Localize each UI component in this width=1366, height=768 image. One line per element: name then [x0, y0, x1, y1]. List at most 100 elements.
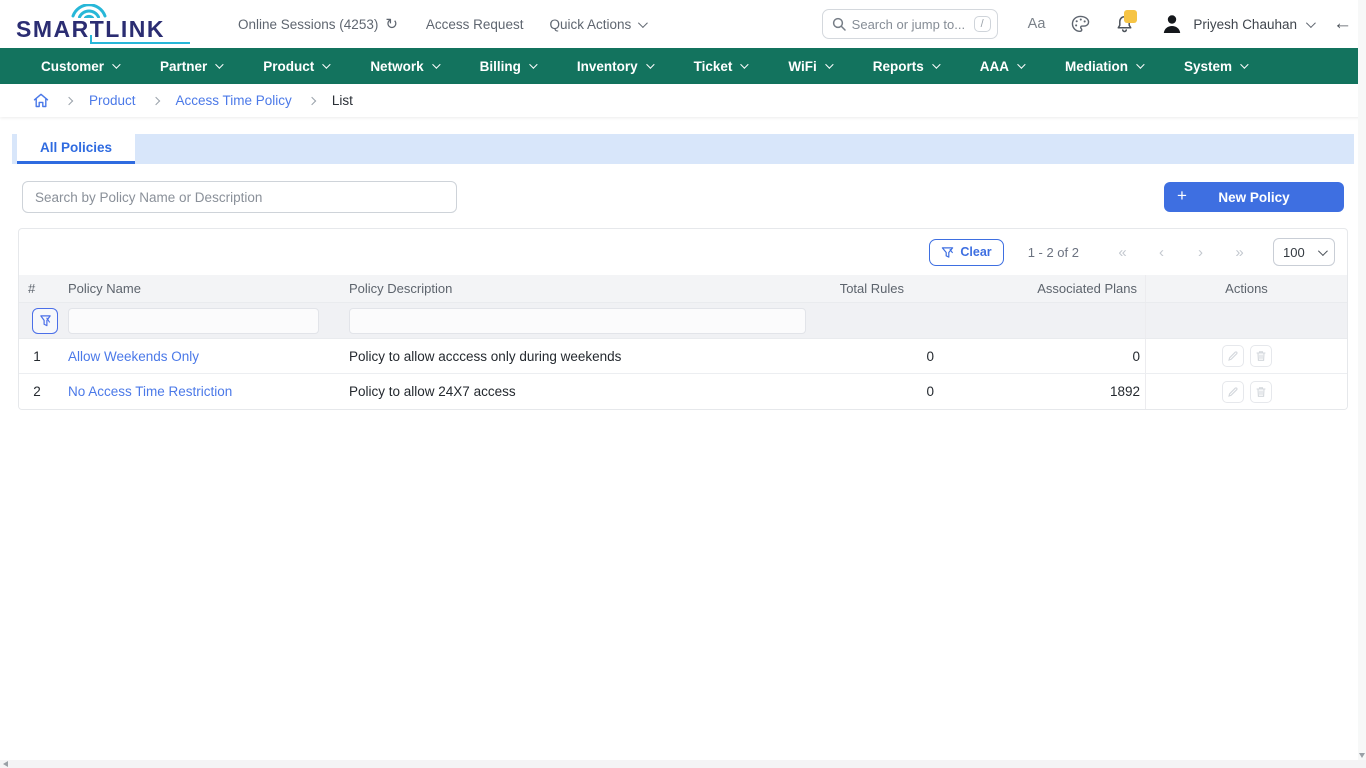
nav-partner[interactable]: Partner: [139, 48, 242, 84]
col-policy-name: Policy Name: [59, 281, 341, 296]
tab-all-policies[interactable]: All Policies: [17, 134, 135, 164]
nav-system[interactable]: System: [1163, 48, 1267, 84]
avatar-icon: [1161, 13, 1183, 35]
policy-name-link[interactable]: Allow Weekends Only: [68, 349, 199, 364]
nav-aaa[interactable]: AAA: [959, 48, 1044, 84]
scroll-left-icon[interactable]: [3, 761, 8, 767]
notifications-button[interactable]: [1116, 15, 1133, 33]
font-size-toggle[interactable]: Aa: [1028, 16, 1046, 32]
chevron-down-icon: [529, 60, 537, 68]
pencil-icon: [1227, 386, 1239, 398]
filter-policy-name-input[interactable]: [68, 308, 319, 334]
back-arrow-button[interactable]: ←: [1333, 13, 1352, 35]
tab-strip: All Policies: [12, 134, 1354, 164]
prev-page-icon[interactable]: ‹: [1142, 244, 1181, 261]
policies-table-card: Clear 1 - 2 of 2 « ‹ › » 100 # Policy Na…: [18, 228, 1348, 410]
policy-description: Policy to allow 24X7 access: [341, 384, 828, 399]
policy-search-input[interactable]: [22, 181, 457, 213]
quick-actions-menu[interactable]: Quick Actions: [549, 17, 645, 32]
slash-shortcut-badge: /: [974, 16, 991, 32]
chevron-down-icon: [932, 60, 940, 68]
controls-row: + New Policy: [22, 181, 1344, 213]
theme-palette-button[interactable]: [1071, 15, 1090, 33]
pencil-icon: [1227, 350, 1239, 362]
top-header: SMARTLINK Online Sessions (4253) ↻ Acces…: [0, 0, 1366, 48]
chevron-down-icon: [215, 60, 223, 68]
wifi-signal-icon: [70, 4, 108, 18]
row-range-label: 1 - 2 of 2: [1028, 245, 1079, 260]
first-page-icon[interactable]: «: [1103, 244, 1142, 261]
user-avatar[interactable]: [1161, 13, 1183, 35]
vertical-scrollbar[interactable]: [1358, 0, 1366, 760]
policy-description: Policy to allow acccess only during week…: [341, 349, 828, 364]
smartlink-logo[interactable]: SMARTLINK: [14, 4, 192, 44]
horizontal-scrollbar[interactable]: [0, 760, 1366, 768]
nav-wifi[interactable]: WiFi: [767, 48, 851, 84]
funnel-icon: [39, 314, 52, 328]
page-size-select[interactable]: 100: [1273, 238, 1335, 266]
policy-name-link[interactable]: No Access Time Restriction: [68, 384, 232, 399]
nav-ticket[interactable]: Ticket: [673, 48, 768, 84]
table-filter-row: [19, 303, 1347, 339]
user-name-label: Priyesh Chauhan: [1193, 17, 1297, 32]
breadcrumb-product[interactable]: Product: [89, 93, 136, 108]
filter-policy-description-input[interactable]: [349, 308, 806, 334]
scroll-down-icon[interactable]: [1359, 753, 1365, 758]
chevron-down-icon: [112, 60, 120, 68]
logo-underline: [90, 42, 190, 44]
nav-reports[interactable]: Reports: [852, 48, 959, 84]
search-icon: [832, 17, 846, 31]
access-request-link[interactable]: Access Request: [426, 17, 524, 32]
chevron-down-icon: [432, 60, 440, 68]
col-total-rules: Total Rules: [828, 281, 942, 296]
breadcrumb-separator-icon: [308, 96, 316, 104]
chevron-down-icon: [1306, 18, 1316, 28]
next-page-icon[interactable]: ›: [1181, 244, 1220, 261]
col-actions: Actions: [1145, 275, 1347, 302]
pager: « ‹ › » 100: [1103, 238, 1335, 266]
delete-policy-button[interactable]: [1250, 345, 1272, 367]
col-index: #: [19, 281, 59, 296]
nav-billing[interactable]: Billing: [459, 48, 556, 84]
global-search-input[interactable]: [852, 17, 968, 32]
delete-policy-button[interactable]: [1250, 381, 1272, 403]
new-policy-button[interactable]: + New Policy: [1164, 182, 1344, 212]
chevron-down-icon: [1136, 60, 1144, 68]
page-size-value: 100: [1283, 245, 1305, 260]
clear-filters-button[interactable]: Clear: [929, 239, 1003, 266]
breadcrumb-separator-icon: [151, 96, 159, 104]
refresh-icon[interactable]: ↻: [385, 15, 398, 33]
nav-customer[interactable]: Customer: [20, 48, 139, 84]
row-index: 2: [19, 384, 59, 399]
grid-toolbar: Clear 1 - 2 of 2 « ‹ › » 100: [19, 229, 1347, 275]
nav-inventory[interactable]: Inventory: [556, 48, 673, 84]
quick-actions-label: Quick Actions: [549, 17, 631, 32]
filter-toggle-button[interactable]: [32, 308, 58, 334]
edit-policy-button[interactable]: [1222, 345, 1244, 367]
online-sessions-link[interactable]: Online Sessions (4253) ↻: [238, 15, 398, 33]
chevron-down-icon: [1017, 60, 1025, 68]
table-header-row: # Policy Name Policy Description Total R…: [19, 275, 1347, 303]
access-request-label: Access Request: [426, 17, 524, 32]
global-search[interactable]: /: [822, 9, 998, 39]
table-row: 2 No Access Time Restriction Policy to a…: [19, 374, 1347, 409]
chevron-down-icon: [646, 60, 654, 68]
last-page-icon[interactable]: »: [1220, 244, 1259, 261]
edit-policy-button[interactable]: [1222, 381, 1244, 403]
associated-plans-value: 1892: [942, 384, 1145, 399]
chevron-down-icon: [1318, 246, 1328, 256]
home-icon[interactable]: [33, 93, 49, 108]
new-policy-label: New Policy: [1218, 190, 1289, 205]
row-index: 1: [19, 349, 59, 364]
chevron-down-icon: [825, 60, 833, 68]
breadcrumb: Product Access Time Policy List: [0, 84, 1366, 117]
main-navbar: Customer Partner Product Network Billing…: [0, 48, 1366, 84]
breadcrumb-access-time-policy[interactable]: Access Time Policy: [176, 93, 292, 108]
notification-badge: [1124, 10, 1137, 23]
user-menu[interactable]: Priyesh Chauhan: [1193, 17, 1313, 32]
nav-product[interactable]: Product: [242, 48, 349, 84]
nav-mediation[interactable]: Mediation: [1044, 48, 1163, 84]
chevron-down-icon: [322, 60, 330, 68]
trash-icon: [1255, 350, 1267, 362]
nav-network[interactable]: Network: [349, 48, 458, 84]
